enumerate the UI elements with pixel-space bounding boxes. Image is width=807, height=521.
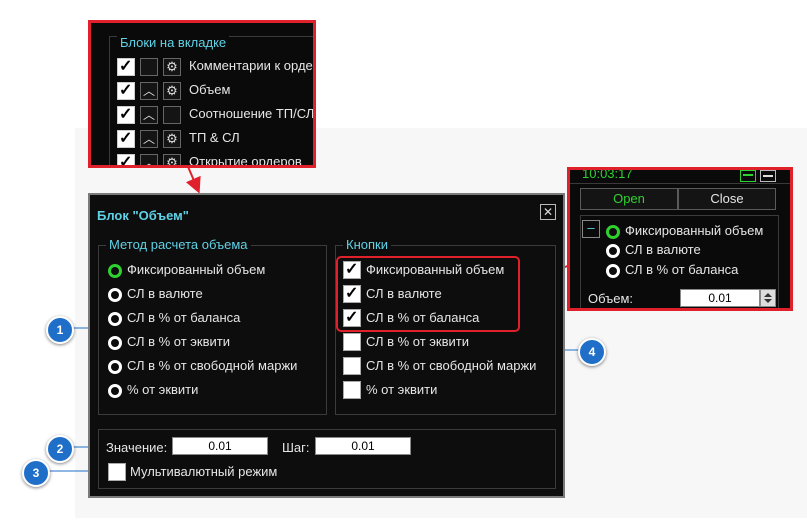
panel-option-label: СЛ в % от баланса bbox=[625, 262, 739, 277]
button-checkbox[interactable]: ✓ bbox=[343, 285, 361, 303]
open-button[interactable]: Open bbox=[580, 188, 678, 210]
minimize-icon[interactable] bbox=[760, 170, 776, 182]
method-radio[interactable] bbox=[108, 264, 122, 278]
method-option-label: СЛ в % от эквити bbox=[127, 334, 231, 349]
gear-icon[interactable]: ⚙ bbox=[163, 58, 181, 76]
panel-option-label: Фиксированный объем bbox=[625, 223, 764, 238]
panel-divider bbox=[570, 183, 790, 184]
method-option-label: СЛ в % от баланса bbox=[127, 310, 241, 325]
inset-row-label: Открытие ордеров bbox=[189, 154, 302, 168]
inset-row: ✓ ︿ ⚙ Объем bbox=[117, 81, 313, 101]
inset-blank-box bbox=[140, 58, 158, 76]
volume-block-dialog: Блок "Объем" ✕ Метод расчета объема Фикс… bbox=[88, 193, 565, 498]
callout-badge: 2 bbox=[46, 435, 74, 463]
trade-panel: 10:03:17 Open Close – Фиксированный объе… bbox=[567, 167, 793, 311]
button-option-label: СЛ в валюте bbox=[366, 286, 442, 301]
value-label: Значение: bbox=[106, 440, 168, 455]
button-checkbox[interactable] bbox=[343, 357, 361, 375]
close-button[interactable]: Close bbox=[678, 188, 776, 210]
inset-checkbox[interactable]: ✓ bbox=[117, 58, 135, 76]
chevron-up-icon[interactable]: ︿ bbox=[140, 106, 158, 124]
panel-layout-icon[interactable] bbox=[740, 170, 756, 182]
spinner-arrows-icon bbox=[764, 293, 772, 303]
close-icon[interactable]: ✕ bbox=[540, 204, 556, 220]
volume-spinner[interactable] bbox=[760, 289, 776, 307]
inset-row: ✓ ︿ ⚙ ТП & СЛ bbox=[117, 129, 313, 149]
inset-checkbox[interactable]: ✓ bbox=[117, 82, 135, 100]
inset-row-label: ТП & СЛ bbox=[189, 130, 240, 145]
method-radio[interactable] bbox=[108, 312, 122, 326]
gear-icon[interactable]: ⚙ bbox=[163, 82, 181, 100]
multicurrency-label: Мультивалютный режим bbox=[130, 464, 278, 479]
button-checkbox[interactable]: ✓ bbox=[343, 309, 361, 327]
method-radio[interactable] bbox=[108, 384, 122, 398]
method-radio[interactable] bbox=[108, 288, 122, 302]
callout-badge: 3 bbox=[22, 459, 50, 487]
inset-row-label: Соотношение ТП/СЛ bbox=[189, 106, 315, 121]
panel-time: 10:03:17 bbox=[582, 167, 633, 181]
multicurrency-checkbox[interactable] bbox=[108, 463, 126, 481]
inset-checkbox[interactable]: ✓ bbox=[117, 130, 135, 148]
button-checkbox[interactable] bbox=[343, 333, 361, 351]
method-option-label: Фиксированный объем bbox=[127, 262, 266, 277]
inset-checkbox[interactable]: ✓ bbox=[117, 154, 135, 165]
step-label: Шаг: bbox=[282, 440, 310, 455]
button-option-label: Фиксированный объем bbox=[366, 262, 505, 277]
method-group-title: Метод расчета объема bbox=[106, 237, 251, 252]
method-option-label: СЛ в валюте bbox=[127, 286, 203, 301]
step-input[interactable]: 0.01 bbox=[315, 437, 411, 455]
button-checkbox[interactable] bbox=[343, 381, 361, 399]
method-radio[interactable] bbox=[108, 336, 122, 350]
volume-label: Объем: bbox=[588, 291, 634, 306]
callout-badge: 1 bbox=[46, 316, 74, 344]
gear-icon[interactable]: ⚙ bbox=[163, 130, 181, 148]
value-input[interactable]: 0.01 bbox=[172, 437, 268, 455]
method-radio[interactable] bbox=[108, 360, 122, 374]
panel-radio[interactable] bbox=[606, 244, 620, 258]
chevron-up-icon[interactable]: ︿ bbox=[140, 130, 158, 148]
inset-row-label: Объем bbox=[189, 82, 231, 97]
inset-blocks-panel: Блоки на вкладке ✓ ⚙ Комментарии к орде … bbox=[88, 20, 316, 168]
button-option-label: СЛ в % от свободной маржи bbox=[366, 358, 537, 373]
panel-option-label: СЛ в валюте bbox=[625, 242, 701, 257]
panel-radio[interactable] bbox=[606, 225, 620, 239]
buttons-group-title: Кнопки bbox=[343, 237, 391, 252]
inset-group-title: Блоки на вкладке bbox=[117, 35, 230, 50]
method-option-label: % от эквити bbox=[127, 382, 199, 397]
inset-checkbox[interactable]: ✓ bbox=[117, 106, 135, 124]
collapse-icon[interactable]: – bbox=[582, 220, 600, 238]
button-option-label: СЛ в % от баланса bbox=[366, 310, 480, 325]
chevron-up-icon[interactable]: ︿ bbox=[140, 154, 158, 165]
button-option-label: % от эквити bbox=[366, 382, 438, 397]
chevron-up-icon[interactable]: ︿ bbox=[140, 82, 158, 100]
gear-icon[interactable]: ⚙ bbox=[163, 154, 181, 165]
button-checkbox[interactable]: ✓ bbox=[343, 261, 361, 279]
inset-blank-box bbox=[163, 106, 181, 124]
method-option-label: СЛ в % от свободной маржи bbox=[127, 358, 298, 373]
dialog-title: Блок "Объем" bbox=[97, 208, 189, 223]
inset-row: ✓ ︿ ⚙ Открытие ордеров bbox=[117, 153, 313, 168]
callout-badge: 4 bbox=[578, 338, 606, 366]
inset-row: ✓ ︿ Соотношение ТП/СЛ bbox=[117, 105, 315, 125]
button-option-label: СЛ в % от эквити bbox=[366, 334, 470, 349]
inset-row-label: Комментарии к орде bbox=[189, 58, 313, 73]
volume-input[interactable]: 0.01 bbox=[680, 289, 760, 307]
panel-radio[interactable] bbox=[606, 264, 620, 278]
inset-row: ✓ ⚙ Комментарии к орде bbox=[117, 57, 313, 77]
